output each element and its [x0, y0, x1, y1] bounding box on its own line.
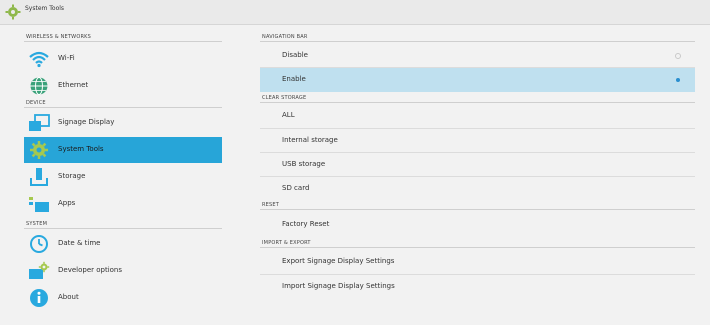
developer-icon — [29, 261, 50, 279]
radio-button[interactable] — [675, 53, 681, 59]
globe-icon — [30, 77, 48, 95]
sidebar-item-label: Signage Display — [58, 118, 115, 126]
sidebar-item-signage-display[interactable]: Signage Display — [24, 110, 222, 136]
row-label: SD card — [282, 184, 310, 192]
divider — [260, 247, 695, 248]
divider — [24, 107, 222, 108]
sidebar-item-wifi[interactable]: Wi-Fi — [24, 46, 222, 72]
divider — [24, 228, 222, 229]
row-label: USB storage — [282, 160, 326, 168]
title-bar: System Tools — [0, 0, 710, 25]
sidebar-item-label: Apps — [58, 199, 76, 207]
option-enable[interactable]: Enable — [260, 68, 695, 92]
import-signage-display-settings[interactable]: Import Signage Display Settings — [260, 275, 695, 299]
window-title: System Tools — [25, 5, 65, 12]
row-label: Internal storage — [282, 136, 338, 144]
sidebar-item-about[interactable]: About — [24, 285, 222, 311]
sidebar-item-label: System Tools — [58, 145, 104, 153]
clock-icon — [30, 235, 48, 253]
sidebar-item-date-time[interactable]: Date & time — [24, 231, 222, 257]
storage-icon — [30, 168, 48, 186]
clear-sd-card[interactable]: SD card — [260, 177, 695, 201]
row-label: Factory Reset — [282, 220, 330, 228]
row-label: ALL — [282, 111, 295, 119]
section-header-system: SYSTEM — [26, 221, 48, 227]
sidebar-item-apps[interactable]: Apps — [24, 191, 222, 217]
sidebar-item-label: Ethernet — [58, 81, 89, 89]
radio-button[interactable] — [676, 78, 680, 82]
factory-reset[interactable]: Factory Reset — [260, 213, 695, 237]
sidebar-item-label: Developer options — [58, 266, 123, 274]
divider — [24, 41, 222, 42]
divider — [260, 41, 695, 42]
sidebar-item-system-tools[interactable]: System Tools — [24, 137, 222, 163]
option-label: Enable — [282, 75, 306, 83]
section-header-import-export: IMPORT & EXPORT — [262, 240, 311, 246]
option-label: Disable — [282, 51, 308, 59]
divider — [260, 209, 695, 210]
wifi-icon — [29, 51, 49, 68]
section-header-clear-storage: CLEAR STORAGE — [262, 95, 307, 101]
apps-icon — [29, 197, 49, 212]
row-label: Import Signage Display Settings — [282, 282, 395, 290]
section-header-reset: RESET — [262, 202, 280, 208]
clear-internal-storage[interactable]: Internal storage — [260, 129, 695, 153]
option-disable[interactable]: Disable — [260, 44, 695, 68]
section-header-navigation-bar: NAVIGATION BAR — [262, 34, 308, 40]
info-icon — [30, 289, 48, 307]
divider — [260, 102, 695, 103]
gear-icon — [5, 4, 21, 20]
export-signage-display-settings[interactable]: Export Signage Display Settings — [260, 250, 695, 274]
clear-all[interactable]: ALL — [260, 104, 695, 128]
gear-icon — [30, 141, 48, 159]
sidebar-item-label: About — [58, 293, 79, 301]
row-label: Export Signage Display Settings — [282, 257, 395, 265]
sidebar-item-developer-options[interactable]: Developer options — [24, 258, 222, 284]
sidebar-item-label: Date & time — [58, 239, 101, 247]
sidebar-item-label: Storage — [58, 172, 86, 180]
sidebar-item-storage[interactable]: Storage — [24, 164, 222, 190]
sidebar-item-ethernet[interactable]: Ethernet — [24, 73, 222, 99]
section-header-wireless: WIRELESS & NETWORKS — [26, 34, 91, 40]
sidebar-item-label: Wi-Fi — [58, 54, 75, 62]
section-header-device: DEVICE — [26, 100, 46, 106]
display-icon — [29, 114, 50, 131]
clear-usb-storage[interactable]: USB storage — [260, 153, 695, 177]
